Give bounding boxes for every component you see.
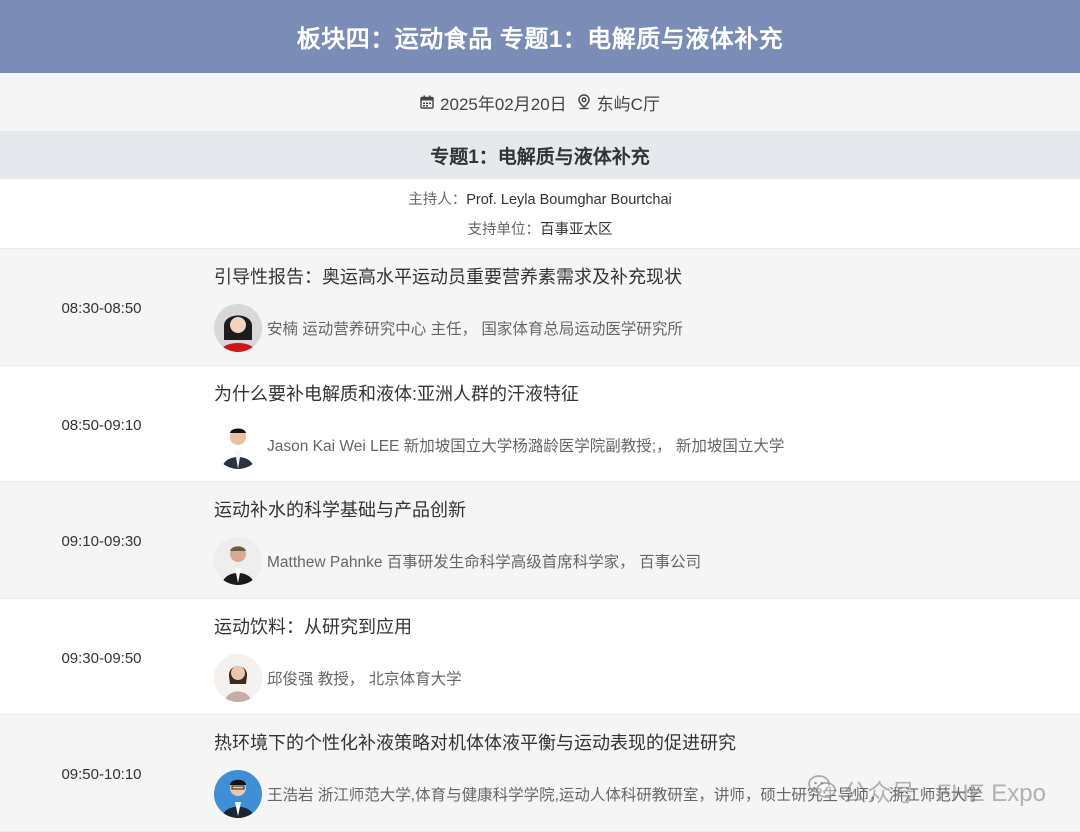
support-org: 百事亚太区: [540, 222, 613, 238]
session-title: 运动补水的科学基础与产品创新: [214, 500, 466, 520]
topic-header: 专题1：电解质与液体补充: [0, 131, 1080, 179]
session-title: 为什么要补电解质和液体:亚洲人群的汗液特征: [214, 383, 579, 404]
session-row: 08:30-08:50 引导性报告：奥运高水平运动员重要营养素需求及补充现状 安…: [0, 249, 1080, 366]
calendar-icon: [420, 95, 434, 109]
session-date: 2025年02月20日: [440, 94, 567, 114]
speaker-avatar: [214, 653, 262, 702]
speaker: 安楠 运动营养研究中心 主任， 国家体育总局运动医学研究所: [214, 304, 1080, 352]
session-title: 运动饮料：从研究到应用: [214, 616, 412, 637]
topic-title: 专题1：电解质与液体补充: [430, 146, 650, 168]
speaker-avatar: [214, 537, 262, 585]
session-row: 09:10-09:30 运动补水的科学基础与产品创新 Matthew Pahnk…: [0, 482, 1080, 599]
host-name: Prof. Leyla Boumghar Bourtchai: [466, 192, 672, 208]
speaker-text: Matthew Pahnke 百事研发生命科学高级首席科学家， 百事公司: [267, 554, 702, 571]
location-pin-icon: [577, 94, 591, 110]
session-time: 08:30-08:50: [61, 300, 142, 318]
session-time: 08:50-09:10: [61, 416, 142, 434]
speaker: Jason Kai Wei LEE 新加坡国立大学杨潞龄医学院副教授;， 新加坡…: [214, 420, 1080, 469]
session-title: 热环境下的个性化补液策略对机体体液平衡与运动表现的促进研究: [214, 733, 736, 753]
session-time: 09:10-09:30: [61, 533, 142, 551]
session-title: 引导性报告：奥运高水平运动员重要营养素需求及补充现状: [214, 267, 682, 287]
section-title: 板块四：运动食品 专题1：电解质与液体补充: [296, 26, 784, 53]
session-row: 09:30-09:50 运动饮料：从研究到应用 邱俊强 教授， 北京体育大学: [0, 598, 1080, 715]
section-header: 板块四：运动食品 专题1：电解质与液体补充: [0, 0, 1080, 73]
session-meta: 2025年02月20日 东屿C厅: [0, 73, 1080, 131]
session-time: 09:30-09:50: [61, 649, 142, 667]
speaker-text: 王浩岩 浙江师范大学,体育与健康科学学院,运动人体科研教研室，讲师，硕士研究生导…: [267, 787, 982, 804]
session-row: 08:50-09:10 为什么要补电解质和液体:亚洲人群的汗液特征 Jason …: [0, 365, 1080, 482]
topic-info: 主持人：Prof. Leyla Boumghar Bourtchai 支持单位：…: [0, 179, 1080, 249]
speaker: Matthew Pahnke 百事研发生命科学高级首席科学家， 百事公司: [214, 537, 1080, 585]
speaker-avatar: [214, 770, 262, 818]
host-row: 主持人：Prof. Leyla Boumghar Bourtchai: [0, 185, 1080, 215]
speaker-avatar: [214, 304, 262, 352]
speaker-avatar: [214, 420, 262, 469]
support-label: 支持单位：: [467, 222, 541, 238]
support-row: 支持单位：百事亚太区: [0, 215, 1080, 245]
speaker: 邱俊强 教授， 北京体育大学: [214, 653, 1080, 702]
session-time: 09:50-10:10: [61, 766, 142, 784]
host-label: 主持人：: [408, 192, 467, 208]
session-row: 09:50-10:10 热环境下的个性化补液策略对机体体液平衡与运动表现的促进研…: [0, 715, 1080, 832]
session-location: 东屿C厅: [596, 94, 660, 114]
speaker-text: 邱俊强 教授， 北京体育大学: [267, 670, 462, 688]
speaker-text: 安楠 运动营养研究中心 主任， 国家体育总局运动医学研究所: [267, 321, 683, 338]
session-list: 08:30-08:50 引导性报告：奥运高水平运动员重要营养素需求及补充现状 安…: [0, 249, 1080, 832]
speaker-text: Jason Kai Wei LEE 新加坡国立大学杨潞龄医学院副教授;， 新加坡…: [267, 437, 785, 455]
speaker: 王浩岩 浙江师范大学,体育与健康科学学院,运动人体科研教研室，讲师，硕士研究生导…: [214, 770, 1080, 818]
